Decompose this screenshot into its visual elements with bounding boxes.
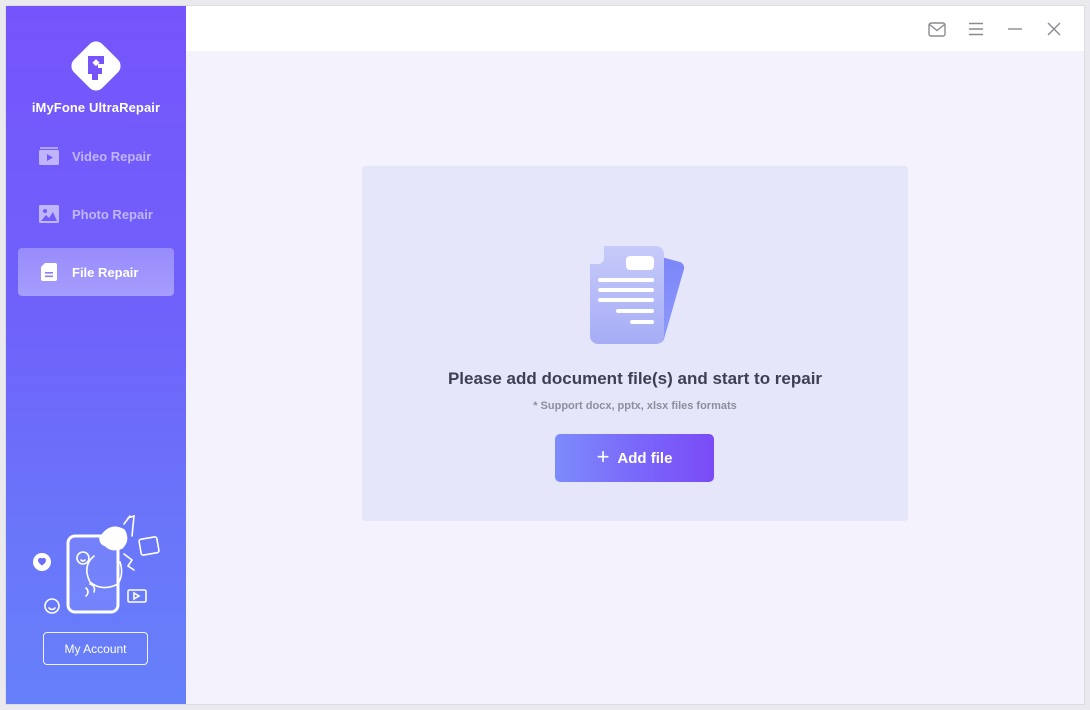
ultrarepair-logo-icon (71, 41, 121, 91)
sidebar: iMyFone UltraRepair Video Repair Photo R… (6, 6, 186, 704)
add-file-button[interactable]: + Add file (555, 434, 714, 482)
sidebar-item-label: Photo Repair (72, 206, 153, 222)
file-icon (38, 261, 60, 283)
menu-button[interactable] (965, 18, 987, 40)
mail-button[interactable] (926, 18, 948, 40)
sidebar-item-file-repair[interactable]: File Repair (18, 248, 174, 296)
brand-name: iMyFone UltraRepair (31, 100, 161, 115)
sidebar-item-photo-repair[interactable]: Photo Repair (18, 190, 174, 238)
my-account-button[interactable]: My Account (43, 632, 148, 665)
titlebar (186, 6, 1084, 51)
close-button[interactable] (1043, 18, 1065, 40)
supported-formats-note: * Support docx, pptx, xlsx files formats (533, 400, 737, 412)
add-file-label: Add file (617, 449, 673, 467)
video-icon (38, 145, 60, 167)
document-icon (590, 246, 685, 344)
sidebar-item-video-repair[interactable]: Video Repair (18, 132, 174, 180)
minimize-icon (1008, 28, 1022, 30)
mail-icon (928, 21, 946, 37)
file-dropzone[interactable]: Please add document file(s) and start to… (362, 166, 908, 521)
sidebar-item-label: File Repair (72, 264, 139, 280)
app-window: iMyFone UltraRepair Video Repair Photo R… (5, 5, 1085, 705)
photo-icon (38, 203, 60, 225)
person-repairing-illustration-icon (33, 514, 160, 614)
dropzone-headline: Please add document file(s) and start to… (447, 369, 823, 388)
sidebar-item-label: Video Repair (72, 148, 152, 164)
close-icon (1047, 22, 1061, 36)
main-content: Please add document file(s) and start to… (186, 51, 1084, 704)
minimize-button[interactable] (1004, 18, 1026, 40)
plus-icon: + (596, 443, 610, 469)
menu-icon (969, 22, 983, 36)
